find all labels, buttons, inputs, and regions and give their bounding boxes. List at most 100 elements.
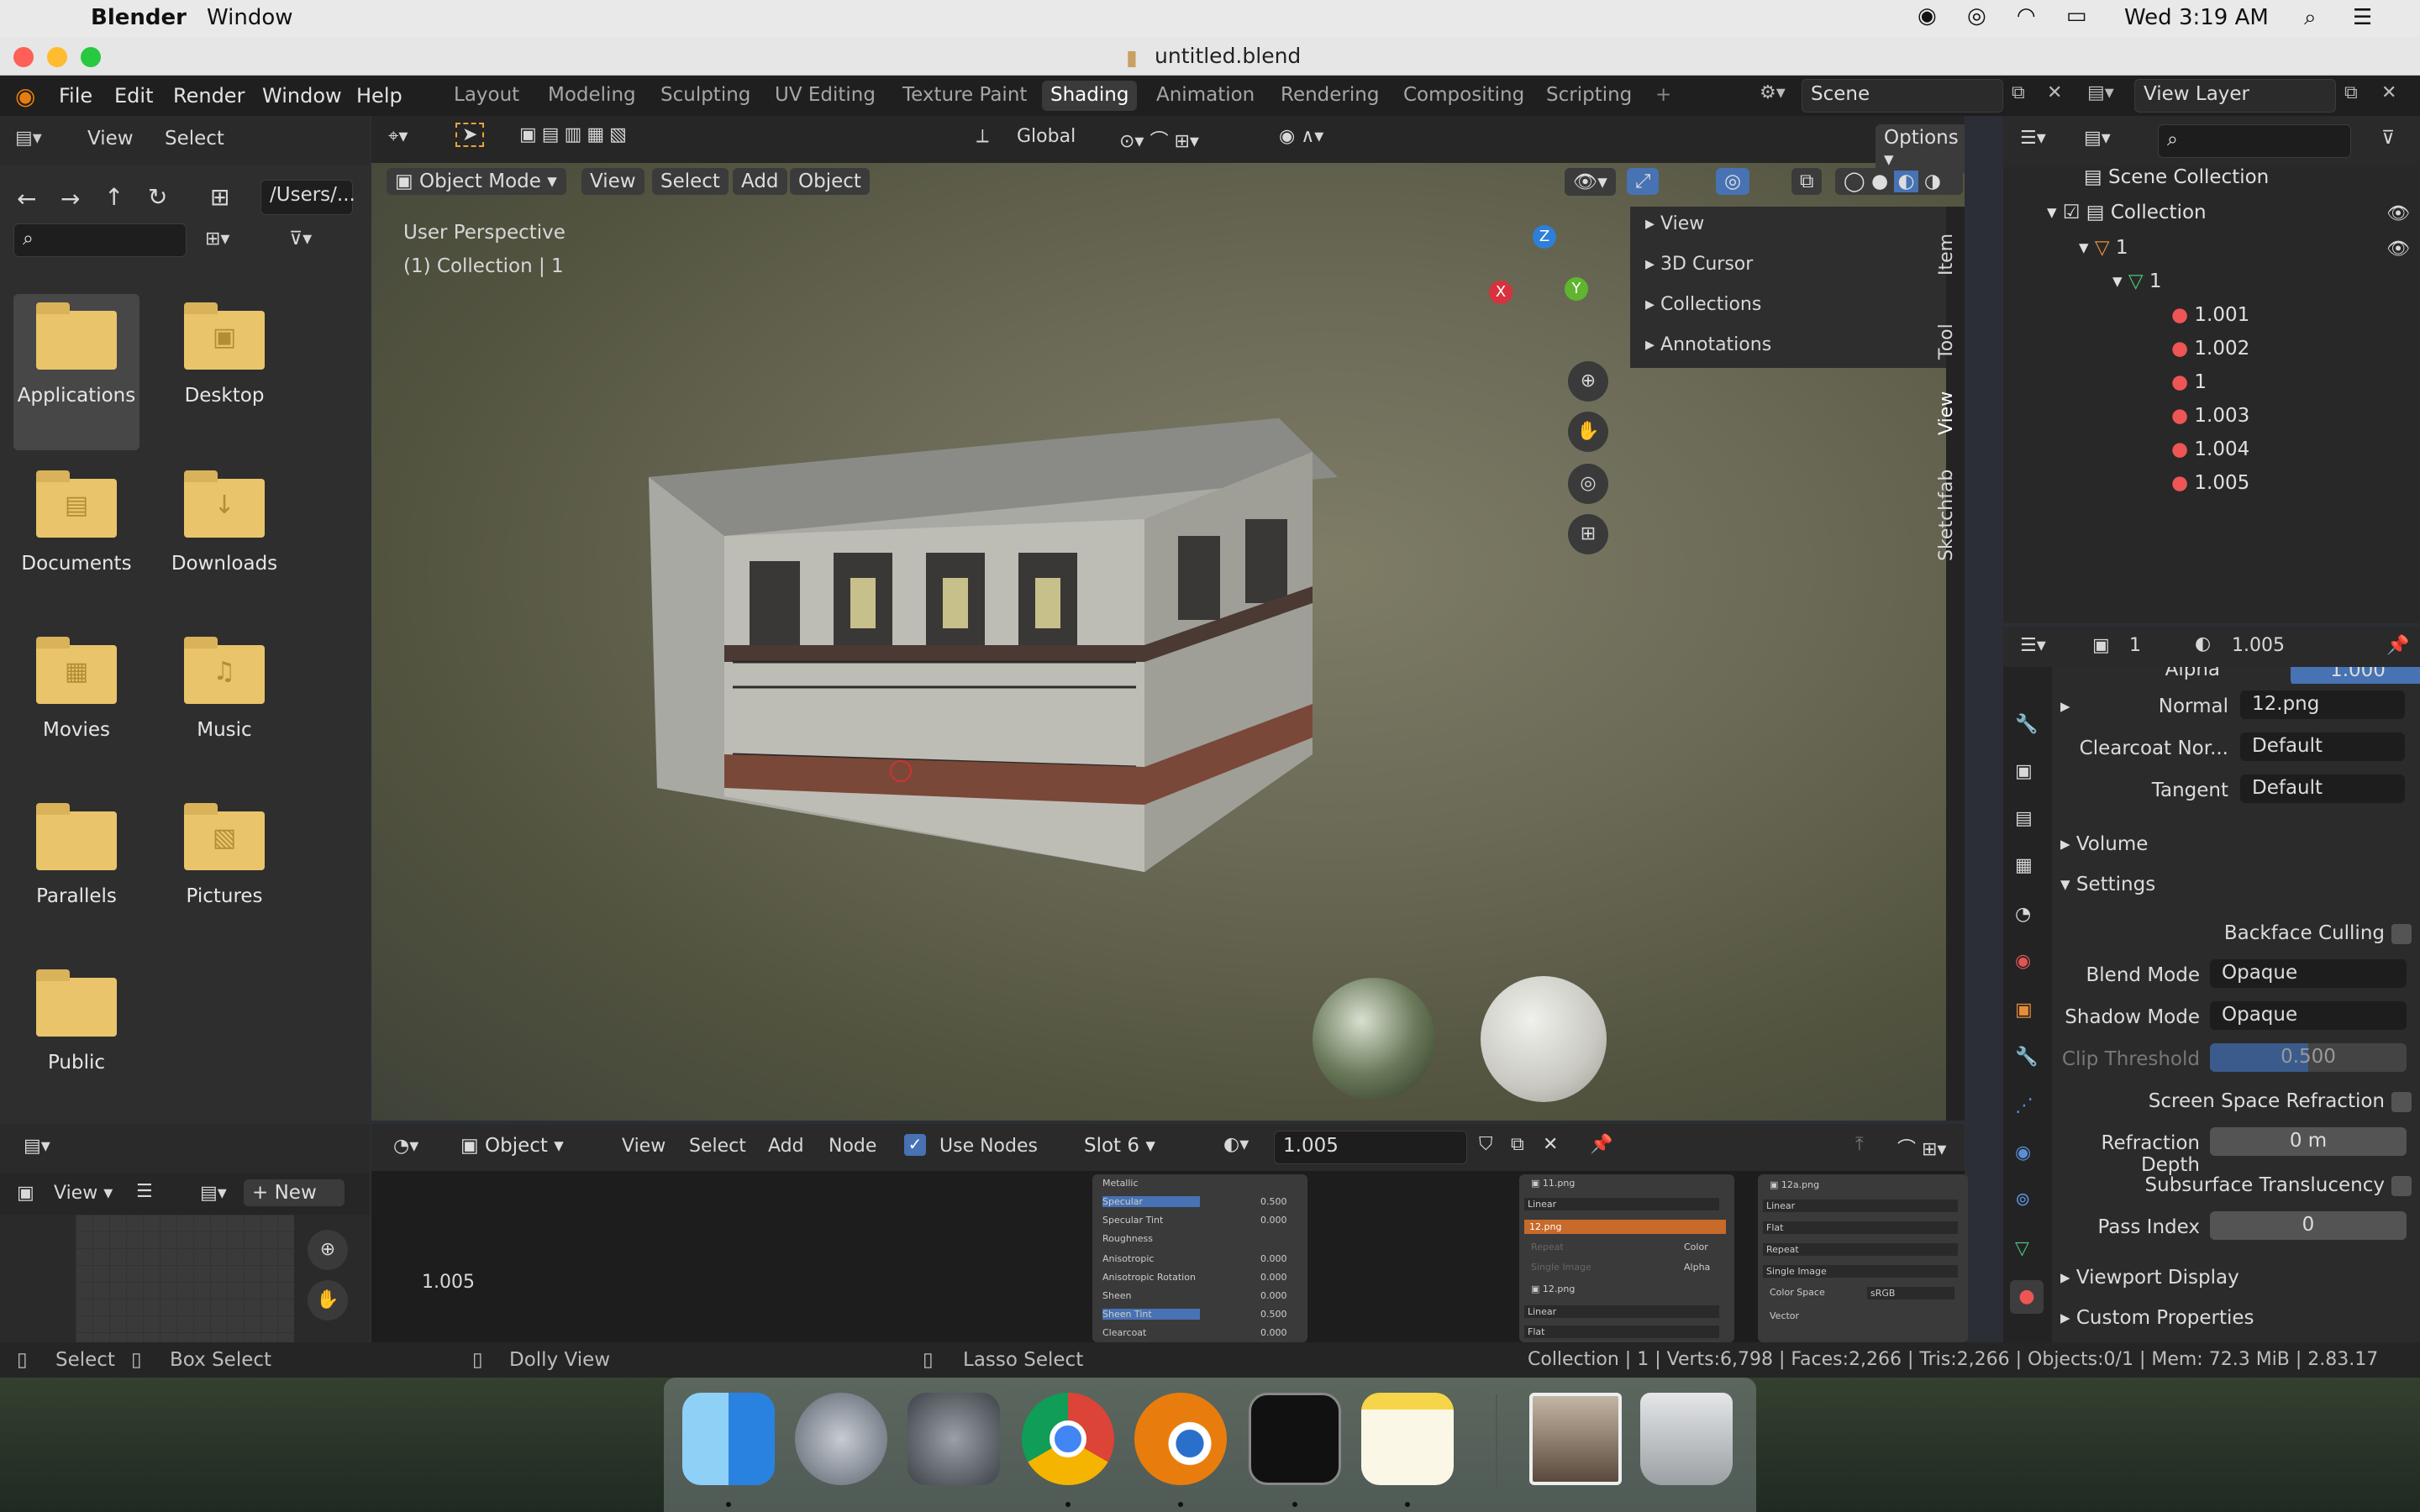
menu-file[interactable]: File — [59, 84, 92, 108]
custom-properties-section[interactable]: ▸ Custom Properties — [2052, 1304, 2420, 1336]
shader-type-dropdown[interactable]: ▣ Object ▾ — [452, 1132, 603, 1159]
gizmo-x-axis[interactable]: X — [1489, 281, 1512, 304]
blender-logo-icon[interactable]: ◉ — [15, 82, 35, 110]
ne-menu-select[interactable]: Select — [689, 1136, 746, 1157]
shadow-mode-row[interactable]: Shadow Mode Opaque — [2052, 1001, 2420, 1033]
view-layer-icon[interactable]: ▤▾ — [2087, 82, 2114, 103]
minimize-window-button[interactable] — [47, 47, 67, 67]
vp-menu-select[interactable]: Select — [652, 168, 729, 195]
tool-tab-icon[interactable]: 🔧 — [2015, 714, 2038, 735]
backface-culling-row[interactable]: Backface Culling — [2052, 917, 2420, 949]
filter-icon[interactable]: ⊽▾ — [289, 228, 312, 249]
fb-menu-view[interactable]: View — [87, 128, 134, 150]
material-tab-icon[interactable]: ● — [2010, 1280, 2044, 1314]
folder-music[interactable]: ♫ Music — [161, 637, 287, 741]
notes-icon[interactable] — [1361, 1393, 1454, 1485]
tab-layout[interactable]: Layout — [445, 81, 528, 111]
ne-menu-view[interactable]: View — [622, 1136, 666, 1157]
slot-dropdown[interactable]: Slot 6 ▾ — [1076, 1132, 1202, 1159]
3d-viewport[interactable]: ⌖▾ ➤ ▣▤▥▦▧ ⟂ Global ⊙▾ ⌒ ⊞▾ ◉ ∧▾ Options… — [371, 116, 1965, 1121]
pivot-icon[interactable]: ⊙▾ ⌒ ⊞▾ — [1119, 126, 1199, 153]
shading-modes[interactable]: ◯ ● ◐ ◑ — [1835, 168, 1963, 195]
filter-search-input[interactable]: ⌕ — [13, 223, 187, 257]
pass-index-row[interactable]: Pass Index 0 — [2052, 1211, 2420, 1243]
view-layer-field[interactable]: View Layer — [2134, 79, 2336, 113]
ssr-checkbox[interactable] — [2391, 1092, 2412, 1112]
object-tab-icon[interactable]: ▣ — [2015, 1000, 2033, 1021]
particles-tab-icon[interactable]: ⋰ — [2015, 1095, 2033, 1116]
clip-threshold-row[interactable]: Clip Threshold 0.500 — [2052, 1043, 2420, 1075]
outliner-material[interactable]: ● 1.003 — [2171, 405, 2249, 427]
settings-section[interactable]: ▾ Settings — [2052, 870, 2420, 902]
add-workspace-button[interactable]: + — [1647, 81, 1680, 111]
tab-scripting[interactable]: Scripting — [1538, 81, 1640, 111]
parent-dir-icon[interactable]: ↑ — [104, 183, 124, 211]
outliner-search-input[interactable]: ⌕ — [2158, 124, 2351, 158]
tab-sketchfab[interactable]: Sketchfab — [1936, 470, 1957, 561]
refraction-depth-row[interactable]: Refraction Depth 0 m — [2052, 1127, 2420, 1176]
outliner-scene-collection[interactable]: ▤ Scene Collection — [2084, 166, 2269, 188]
status-icons[interactable]: ◉ ◎ ◠ ▭ — [1918, 3, 2098, 29]
outliner-mesh[interactable]: ▾ ▽ 1 — [2112, 270, 2162, 292]
editor-type-icon[interactable]: ▤▾ — [15, 128, 42, 149]
system-preferences-icon[interactable] — [908, 1393, 1000, 1485]
output-tab-icon[interactable]: ▤ — [2015, 808, 2033, 829]
vp-menu-view[interactable]: View — [581, 168, 644, 195]
tangent-row[interactable]: Tangent Default — [2052, 774, 2420, 806]
select-tool-icon[interactable]: ➤ — [455, 123, 485, 147]
alpha-row[interactable]: Alpha 1.000 — [2052, 667, 2420, 684]
eye-icon[interactable]: 👁 — [2386, 203, 2410, 224]
ne-menu-node[interactable]: Node — [829, 1136, 876, 1157]
tab-compositing[interactable]: Compositing — [1395, 81, 1533, 111]
filter-icon[interactable]: ⊽ — [2381, 128, 2395, 149]
view-layer-tab-icon[interactable]: ▦ — [2015, 855, 2033, 876]
path-field[interactable]: /Users/... — [260, 180, 355, 215]
scene-icon[interactable]: ⚙▾ — [1760, 82, 1786, 103]
image-texture-node[interactable]: ▣ 12a.png Linear Flat Repeat Single Imag… — [1758, 1174, 1968, 1342]
npanel-collections[interactable]: ▸ Collections — [1645, 294, 1761, 315]
unlink-material-icon[interactable]: ✕ — [1543, 1134, 1558, 1155]
menu-render[interactable]: Render — [173, 84, 245, 108]
tab-sculpting[interactable]: Sculpting — [652, 81, 759, 111]
tab-modeling[interactable]: Modeling — [539, 81, 644, 111]
duplicate-material-icon[interactable]: ⧉ — [1511, 1134, 1524, 1155]
image-mode-icon[interactable]: ▣ — [17, 1183, 34, 1204]
physics-tab-icon[interactable]: ◉ — [2015, 1142, 2031, 1163]
clearcoat-normal-row[interactable]: Clearcoat Nor... Default — [2052, 732, 2420, 764]
parent-node-tree-icon[interactable]: ⤒ — [1855, 1134, 1864, 1155]
trash-icon[interactable] — [1640, 1393, 1733, 1485]
viewport-display-section[interactable]: ▸ Viewport Display — [2052, 1263, 2420, 1295]
gizmo-y-axis[interactable]: Y — [1565, 277, 1588, 301]
outliner-object[interactable]: ▾ ▽ 1 — [2079, 237, 2128, 259]
folder-parallels[interactable]: Parallels — [13, 803, 139, 907]
vp-menu-add[interactable]: Add — [733, 168, 787, 195]
tab-view[interactable]: View — [1936, 391, 1957, 435]
outliner-material[interactable]: ● 1.004 — [2171, 438, 2249, 460]
blender-icon[interactable] — [1134, 1393, 1227, 1485]
volume-section[interactable]: ▸ Volume — [2052, 830, 2420, 862]
refresh-icon[interactable]: ↻ — [148, 183, 167, 211]
new-image-button[interactable]: + New — [244, 1179, 345, 1206]
display-mode-icon[interactable]: ⊞▾ — [205, 228, 229, 249]
navigation-gizmo[interactable]: Z Y X — [1481, 225, 1590, 334]
data-tab-icon[interactable]: ▽ — [2015, 1238, 2029, 1259]
material-browse-icon[interactable]: ◐▾ — [1223, 1134, 1249, 1155]
pin-icon[interactable]: 📌 — [2386, 635, 2409, 656]
spotlight-icon[interactable]: ⌕ — [2304, 5, 2317, 31]
tab-item[interactable]: Item — [1936, 234, 1957, 276]
folder-documents[interactable]: ▤ Documents — [13, 470, 139, 575]
image-canvas-grid[interactable] — [76, 1215, 294, 1342]
outliner-material[interactable]: ● 1.002 — [2171, 338, 2249, 360]
outliner-collection[interactable]: ▾ ☑ ▤ Collection — [2047, 202, 2207, 223]
finder-icon[interactable] — [682, 1393, 775, 1485]
snap-icon[interactable]: ⌒ ⊞▾ — [1897, 1134, 1946, 1161]
editor-type-icon[interactable]: ⌖▾ — [388, 126, 408, 147]
menu-help[interactable]: Help — [356, 84, 402, 108]
zoom-icon[interactable]: ⊕ — [1568, 361, 1608, 402]
blend-mode-row[interactable]: Blend Mode Opaque — [2052, 959, 2420, 991]
app-menu[interactable]: Blender — [91, 5, 187, 30]
modifier-tab-icon[interactable]: 🔧 — [2015, 1047, 2038, 1068]
clock[interactable]: Wed 3:19 AM — [2124, 5, 2269, 30]
ne-menu-add[interactable]: Add — [768, 1136, 804, 1157]
image-texture-node[interactable]: ▣ 11.png Linear 12.png Repeat Color Sing… — [1519, 1174, 1734, 1342]
